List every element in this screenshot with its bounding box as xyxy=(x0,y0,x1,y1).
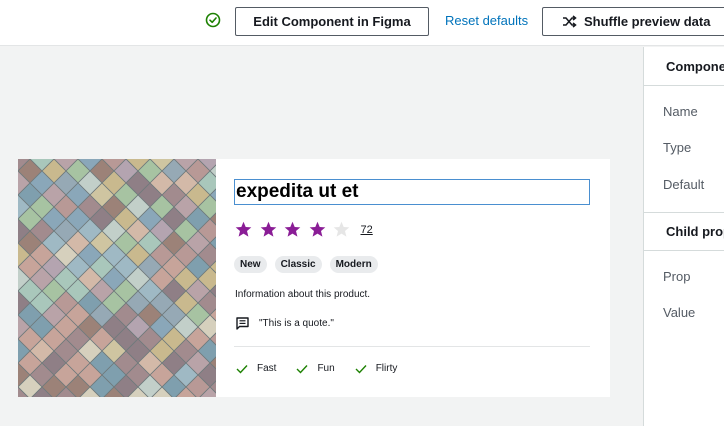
top-toolbar: Edit Component in Figma Reset defaults S… xyxy=(0,0,724,46)
check-circle-icon xyxy=(205,12,221,28)
feature-item: Flirty xyxy=(355,363,398,374)
checkmark-icon xyxy=(236,364,248,374)
feature-item: Fun xyxy=(296,363,335,374)
product-description: Information about this product. xyxy=(235,289,371,300)
child-props-section-header[interactable]: Child prop xyxy=(644,212,724,251)
star-filled-icon xyxy=(235,221,252,237)
product-title[interactable]: expedita ut et xyxy=(234,179,590,205)
quote-row: "This is a quote." xyxy=(236,317,334,330)
prop-label-type: Type xyxy=(663,140,692,155)
feature-item: Fast xyxy=(236,363,276,374)
prop-label-name: Name xyxy=(663,104,698,119)
badge: Classic xyxy=(274,256,322,273)
star-empty-icon xyxy=(333,221,350,237)
feature-list: Fast Fun Flirty xyxy=(236,363,417,374)
review-count-link[interactable]: 72 xyxy=(361,224,373,236)
stars xyxy=(235,221,358,238)
edit-figma-label: Edit Component in Figma xyxy=(253,14,411,29)
prop-label-value: Value xyxy=(663,305,696,320)
product-card: expedita ut et 72 New Classic Modern Inf… xyxy=(18,159,610,397)
star-filled-icon xyxy=(309,221,325,237)
divider xyxy=(234,346,590,347)
product-image xyxy=(18,159,216,397)
shuffle-icon xyxy=(563,15,577,28)
shuffle-label: Shuffle preview data xyxy=(584,14,711,29)
edit-component-in-figma-button[interactable]: Edit Component in Figma xyxy=(235,7,429,36)
star-rating: 72 xyxy=(235,221,373,238)
tile-pattern-image xyxy=(18,159,216,397)
quote-text: "This is a quote." xyxy=(259,318,334,329)
badge: New xyxy=(234,256,267,273)
badge: Modern xyxy=(329,256,378,273)
properties-panel: Componen Name Type Default Child prop Pr… xyxy=(643,47,724,426)
prop-label-prop: Prop xyxy=(663,269,691,284)
shuffle-preview-data-button[interactable]: Shuffle preview data xyxy=(542,7,724,36)
feature-label: Fast xyxy=(257,363,277,374)
prop-label-default: Default xyxy=(663,177,705,192)
feature-label: Fun xyxy=(317,363,335,374)
comment-icon xyxy=(236,317,249,330)
star-filled-icon xyxy=(284,221,301,237)
checkmark-icon xyxy=(296,364,308,374)
star-filled-icon xyxy=(260,221,276,237)
reset-defaults-link[interactable]: Reset defaults xyxy=(445,13,528,28)
checkmark-icon xyxy=(355,364,367,374)
component-section-header[interactable]: Componen xyxy=(644,47,724,86)
badge-list: New Classic Modern xyxy=(234,256,378,273)
feature-label: Flirty xyxy=(375,363,398,374)
